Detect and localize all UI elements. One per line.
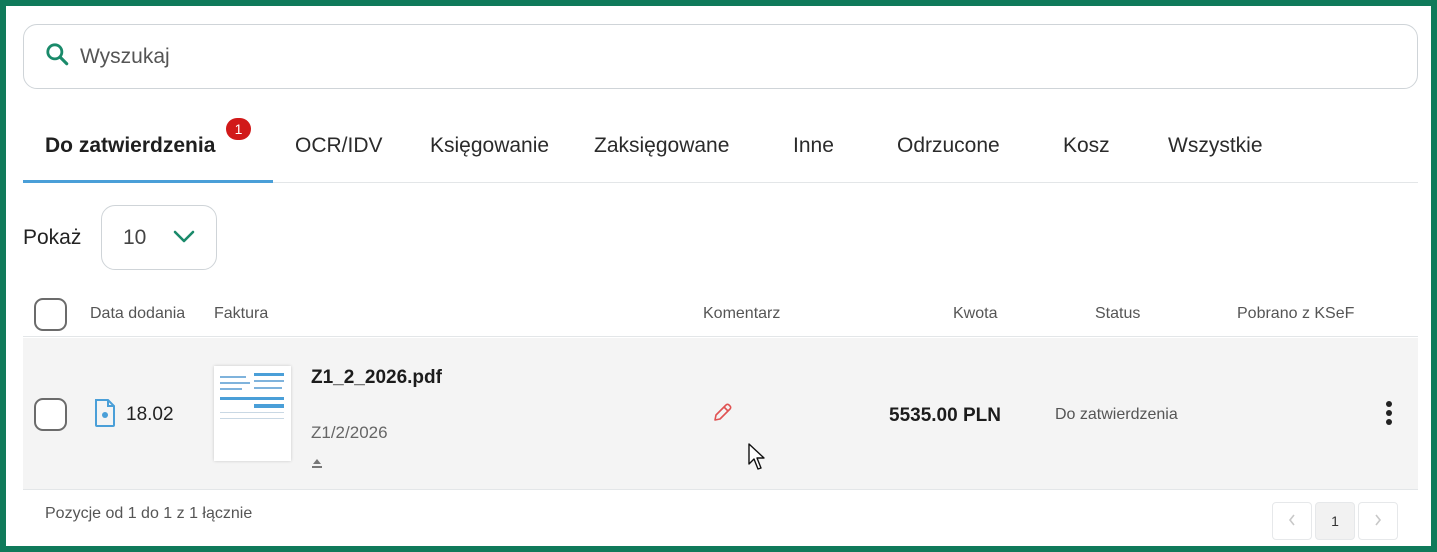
- page-size-label: Pokaż: [23, 226, 82, 249]
- tab-odrzucone[interactable]: Odrzucone: [897, 134, 1000, 158]
- tab-ksiegowanie[interactable]: Księgowanie: [430, 134, 549, 158]
- page-button-current[interactable]: 1: [1315, 502, 1355, 540]
- tab-wszystkie[interactable]: Wszystkie: [1168, 134, 1263, 158]
- next-page-button[interactable]: [1358, 502, 1398, 540]
- tab-inne[interactable]: Inne: [793, 134, 834, 158]
- mouse-cursor-icon: [747, 442, 767, 477]
- upload-icon: [311, 456, 323, 474]
- status-badge: Do zatwierdzenia: [1055, 406, 1178, 423]
- active-tab-indicator: [23, 180, 273, 183]
- select-all-checkbox[interactable]: [34, 298, 67, 331]
- search-icon: [44, 41, 70, 72]
- tab-bar: Do zatwierdzenia 1 OCR/IDV Księgowanie Z…: [23, 110, 1418, 183]
- row-date: 18.02: [126, 404, 174, 425]
- chevron-right-icon: [1373, 513, 1383, 530]
- pagination-summary: Pozycje od 1 do 1 z 1 łącznie: [45, 505, 253, 522]
- tab-do-zatwierdzenia[interactable]: Do zatwierdzenia: [45, 134, 215, 158]
- column-header-status[interactable]: Status: [1095, 305, 1140, 323]
- chevron-left-icon: [1287, 513, 1297, 530]
- column-header-ksef[interactable]: Pobrano z KSeF: [1237, 305, 1354, 323]
- pencil-icon[interactable]: [711, 402, 733, 429]
- row-checkbox[interactable]: [34, 398, 67, 431]
- column-header-invoice[interactable]: Faktura: [214, 305, 268, 323]
- more-vertical-icon[interactable]: [1385, 400, 1393, 433]
- tab-ocr-idv[interactable]: OCR/IDV: [295, 134, 383, 158]
- column-header-comment[interactable]: Komentarz: [703, 305, 780, 323]
- invoice-number: Z1/2/2026: [311, 423, 388, 442]
- row-amount: 5535.00 PLN: [889, 405, 1001, 426]
- tab-badge: 1: [226, 118, 251, 140]
- table-header: Data dodania Faktura Komentarz Kwota Sta…: [23, 290, 1418, 337]
- tab-kosz[interactable]: Kosz: [1063, 134, 1110, 158]
- page-size-select[interactable]: 10: [101, 205, 217, 270]
- invoice-thumbnail[interactable]: [214, 366, 291, 461]
- column-header-date[interactable]: Data dodania: [90, 305, 185, 323]
- document-icon[interactable]: [93, 398, 117, 433]
- column-header-amount[interactable]: Kwota: [953, 305, 997, 323]
- invoice-file-name[interactable]: Z1_2_2026.pdf: [311, 367, 442, 389]
- table-row[interactable]: 18.02 Z1_2_2026.pdf Z1/2/2026 5535.00 PL…: [23, 338, 1418, 490]
- current-page-number: 1: [1331, 513, 1339, 529]
- search-bar[interactable]: [23, 24, 1418, 89]
- search-input[interactable]: [80, 44, 1280, 69]
- previous-page-button[interactable]: [1272, 502, 1312, 540]
- page-size-value: 10: [123, 225, 147, 249]
- tab-zaksiegowane[interactable]: Zaksięgowane: [594, 134, 729, 158]
